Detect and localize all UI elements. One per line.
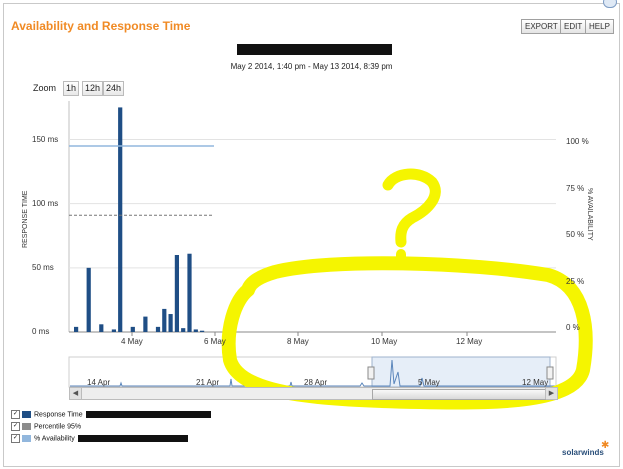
legend-item-response-time[interactable]: ✓ Response Time bbox=[11, 410, 211, 420]
response-bar bbox=[168, 314, 173, 332]
checkbox-icon[interactable]: ✓ bbox=[11, 410, 20, 419]
redaction bbox=[85, 411, 211, 418]
legend-label: % Availability bbox=[34, 435, 75, 443]
y-right-tick-label: 100 % bbox=[566, 137, 589, 146]
response-bar bbox=[130, 326, 135, 332]
response-bar bbox=[187, 253, 192, 332]
response-bar bbox=[193, 329, 198, 332]
legend-item-percentile[interactable]: ✓ Percentile 95% bbox=[11, 422, 81, 432]
navigator-handle-left bbox=[367, 366, 375, 380]
navigator-tick-label: 14 Apr bbox=[87, 378, 111, 387]
response-bar bbox=[111, 329, 116, 332]
navigator-tick-label: 28 Apr bbox=[304, 378, 328, 387]
response-bar bbox=[181, 328, 186, 332]
response-bar bbox=[118, 107, 123, 333]
scroll-left-icon[interactable]: ◀ bbox=[70, 388, 82, 399]
x-tick-label: 6 May bbox=[204, 337, 226, 346]
chart-grid bbox=[68, 101, 556, 336]
y-tick-label: 150 ms bbox=[32, 134, 59, 144]
x-tick-label: 4 May bbox=[121, 337, 143, 346]
response-bar bbox=[200, 330, 205, 332]
legend-label: Response Time bbox=[34, 411, 83, 419]
swatch bbox=[22, 411, 31, 418]
navigator-tick-label: 5 May bbox=[418, 378, 440, 387]
x-tick-label: 8 May bbox=[287, 337, 309, 346]
navigator-tick-label: 21 Apr bbox=[196, 378, 220, 387]
y-right-tick-label: 50 % bbox=[566, 230, 585, 239]
chart-bars bbox=[74, 107, 205, 333]
response-bar bbox=[74, 326, 79, 332]
y-right-tick-label: 25 % bbox=[566, 276, 585, 286]
response-bar bbox=[162, 308, 167, 332]
checkbox-icon[interactable]: ✓ bbox=[11, 434, 20, 443]
x-tick-label: 12 May bbox=[456, 337, 483, 346]
redaction bbox=[77, 435, 188, 442]
scroll-right-icon[interactable]: ▶ bbox=[545, 388, 557, 399]
legend-item-availability[interactable]: ✓ % Availability bbox=[11, 434, 188, 444]
x-tick-label: 10 May bbox=[371, 337, 398, 346]
response-bar bbox=[143, 316, 148, 332]
navigator-tick-label: 12 May bbox=[522, 378, 549, 387]
swatch bbox=[22, 423, 31, 430]
y-tick-label: 100 ms bbox=[32, 198, 59, 208]
response-bar bbox=[86, 267, 91, 332]
y-right-tick-label: 0 % bbox=[566, 323, 580, 332]
y-tick-label: 0 ms bbox=[32, 327, 50, 336]
solarwinds-flame-icon: ✱ bbox=[601, 440, 610, 451]
solarwinds-logo: solarwinds bbox=[562, 448, 604, 457]
y-tick-label: 50 ms bbox=[32, 262, 54, 272]
y-right-tick-label: 75 % bbox=[566, 183, 585, 193]
legend-label: Percentile 95% bbox=[34, 423, 82, 431]
response-bar bbox=[174, 255, 179, 332]
navigator-scrollbar[interactable]: ◀ ▶ bbox=[69, 387, 558, 400]
response-bar bbox=[99, 324, 104, 332]
response-bar bbox=[155, 326, 161, 332]
checkbox-icon[interactable]: ✓ bbox=[11, 422, 20, 431]
scroll-thumb[interactable] bbox=[372, 389, 546, 400]
swatch bbox=[22, 435, 31, 442]
